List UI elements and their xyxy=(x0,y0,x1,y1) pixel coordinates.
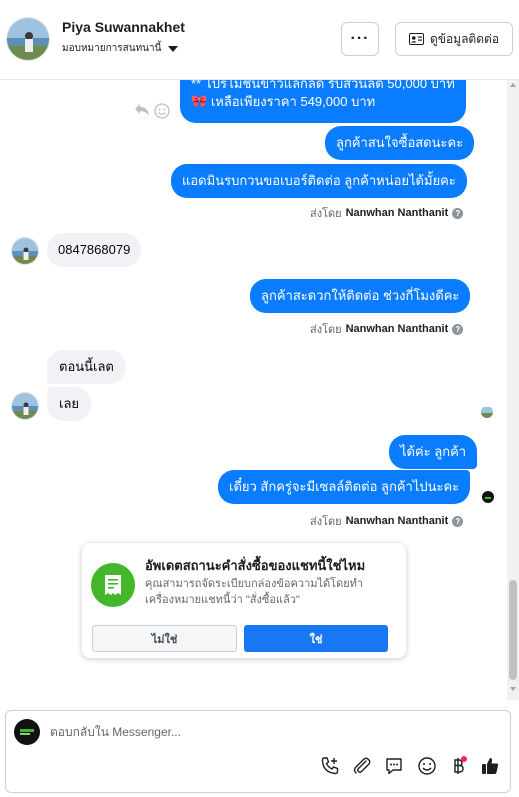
reply-input[interactable] xyxy=(50,722,490,742)
message-line: ** โปรโมชั่นข้าวแลกลด รับส่วนลด 50,000 บ… xyxy=(191,80,455,91)
scroll-thumb[interactable] xyxy=(509,580,517,680)
baht-icon[interactable] xyxy=(447,755,469,777)
card-description: คุณสามารถจัดระเบียบกล่องข้อความได้โดยทำเ… xyxy=(145,578,364,606)
help-icon[interactable]: ? xyxy=(452,515,464,527)
saved-reply-icon[interactable] xyxy=(383,755,405,777)
scroll-down-icon[interactable] xyxy=(510,687,516,691)
customer-avatar-small xyxy=(11,392,39,420)
assign-label: มอบหมายการสนทนานี้ xyxy=(62,43,162,54)
mark-ordered-button[interactable]: ใช่ xyxy=(244,625,388,652)
agent-name: Nanwhan Nanthanit xyxy=(345,515,449,527)
not-ordered-button[interactable]: ไม่ใช่ xyxy=(92,625,237,652)
ribbon-emoji: 🎀 xyxy=(191,94,208,109)
thumbs-up-icon[interactable] xyxy=(479,755,501,777)
agent-name: Nanwhan Nanthanit xyxy=(345,207,449,219)
outgoing-message[interactable]: แอดมินรบกวนขอเบอร์ติดต่อ ลูกค้าหน่อยได้ม… xyxy=(171,164,467,198)
message-thread: ** โปรโมชั่นข้าวแลกลด รับส่วนลด 50,000 บ… xyxy=(0,80,507,705)
page-avatar xyxy=(14,719,40,745)
outgoing-message[interactable]: ลูกค้าสนใจซื้อสดนะคะ xyxy=(325,126,475,160)
outgoing-message[interactable]: ได้ค่ะ ลูกค้า xyxy=(389,435,478,469)
scroll-up-icon[interactable] xyxy=(510,83,516,87)
customer-avatar-small xyxy=(11,237,39,265)
contact-card-icon xyxy=(408,33,424,45)
customer-name: Piya Suwannakhet xyxy=(62,19,185,35)
sent-by-label: ส่งโดย Nanwhan Nanthanit ? xyxy=(310,204,464,222)
card-title: อัพเดตสถานะคำสั่งซื้อของแชทนี้ใช่ไหม xyxy=(145,558,366,573)
add-call-icon[interactable] xyxy=(319,755,341,777)
sent-by-label: ส่งโดย Nanwhan Nanthanit ? xyxy=(310,320,464,338)
help-icon[interactable]: ? xyxy=(452,323,464,335)
attachment-icon[interactable] xyxy=(351,755,373,777)
help-icon[interactable]: ? xyxy=(452,207,464,219)
view-contact-button[interactable]: ดูข้อมูลติดต่อ xyxy=(395,22,513,56)
outgoing-message[interactable]: ** โปรโมชั่นข้าวแลกลด รับส่วนลด 50,000 บ… xyxy=(180,80,466,123)
message-line: เหลือเพียงราคา 549,000 บาท xyxy=(210,94,376,109)
emoji-icon[interactable] xyxy=(416,755,438,777)
view-contact-label: ดูข้อมูลติดต่อ xyxy=(429,31,500,46)
more-options-button[interactable]: ··· xyxy=(341,22,379,56)
order-status-card: อัพเดตสถานะคำสั่งซื้อของแชทนี้ใช่ไหม คุณ… xyxy=(82,543,406,658)
thread-scrollbar[interactable] xyxy=(507,80,519,700)
sent-by-label: ส่งโดย Nanwhan Nanthanit ? xyxy=(310,512,464,530)
agent-name: Nanwhan Nanthanit xyxy=(345,323,449,335)
seen-avatar xyxy=(481,406,493,418)
more-label: ··· xyxy=(350,30,370,47)
notification-dot xyxy=(461,756,467,762)
receipt-icon xyxy=(91,563,135,607)
incoming-message[interactable]: ตอนนี้เลต xyxy=(47,350,126,384)
outgoing-message[interactable]: เดี๋ยว สักครู่จะมีเซลล์ติดต่อ ลูกค้าไปนะ… xyxy=(218,470,471,504)
reply-icon[interactable] xyxy=(134,103,150,117)
caret-down-icon xyxy=(168,45,179,52)
incoming-message[interactable]: เลย xyxy=(47,387,92,421)
message-composer xyxy=(5,710,511,793)
outgoing-message[interactable]: ลูกค้าสะดวกให้ติดต่อ ช่วงกี่โมงดีคะ xyxy=(250,279,471,313)
customer-avatar[interactable] xyxy=(6,17,50,61)
smile-icon[interactable] xyxy=(154,103,170,119)
conversation-header: Piya Suwannakhet มอบหมายการสนทนานี้ ··· … xyxy=(0,0,519,80)
incoming-message[interactable]: 0847868079 xyxy=(47,233,142,267)
assign-conversation-dropdown[interactable]: มอบหมายการสนทนานี้ xyxy=(62,41,179,56)
read-receipt-avatar xyxy=(482,491,494,503)
